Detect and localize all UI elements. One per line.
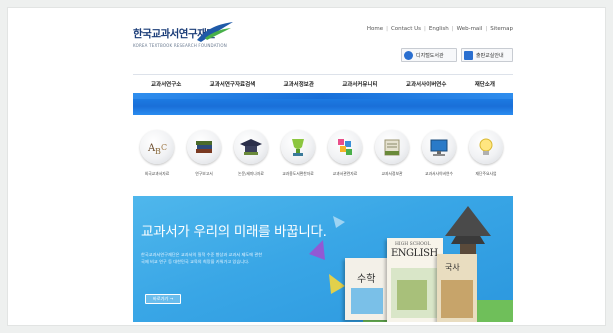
icon-label: 교과서정보관 bbox=[381, 171, 403, 176]
icon-label: 외국교과서자료 bbox=[144, 171, 170, 176]
icon-label: 교과서사이버연수 bbox=[425, 171, 453, 176]
quick-icon-row: ABC 외국교과서자료 연구보고서 논문/세미나자료 교과용도서편찬자료 교과서… bbox=[135, 130, 511, 190]
search-icon bbox=[404, 50, 413, 60]
nav-item-info-center[interactable]: 교과서정보관 bbox=[284, 80, 314, 88]
trophy-icon bbox=[281, 130, 315, 164]
hero-desc-line: 국제 비교 연구 등 대한민국 교육의 희망을 키워가고 있습니다. bbox=[141, 259, 250, 264]
icon-label: 재단주요사업 bbox=[475, 171, 497, 176]
textbook-math: 수학 bbox=[345, 258, 389, 320]
icon-link-foundation-projects[interactable]: 재단주요사업 bbox=[464, 130, 508, 177]
util-link-sitemap[interactable]: Sitemap bbox=[490, 26, 513, 32]
icon-label: 교과서관련자료 bbox=[332, 171, 358, 176]
textbook-history: 국사 bbox=[437, 254, 477, 322]
quick-button-label: 디지털도서관 bbox=[416, 52, 444, 59]
book-icon bbox=[464, 50, 473, 60]
nav-item-research-search[interactable]: 교과서연구자료검색 bbox=[210, 80, 256, 88]
main-nav: 교과서연구소 교과서연구자료검색 교과서정보관 교과서커뮤니티 교과서사이버연수… bbox=[133, 74, 513, 92]
svg-text:C: C bbox=[161, 143, 167, 152]
quick-button-label: 출판교실안내 bbox=[476, 52, 504, 59]
util-link-english[interactable]: English bbox=[429, 26, 449, 32]
icon-label: 교과용도서편찬자료 bbox=[282, 171, 314, 176]
graduation-cap-icon bbox=[234, 130, 268, 164]
book-subtitle: HIGH SCHOOL bbox=[395, 242, 431, 247]
page-frame: 한국교과서연구재단 KOREA TEXTBOOK RESEARCH FOUNDA… bbox=[7, 7, 606, 326]
utility-links: Home | Contact Us | English | Web-mail | Sitemap bbox=[366, 26, 513, 32]
book-title: ENGLISH bbox=[391, 248, 438, 259]
util-link-contact[interactable]: Contact Us bbox=[391, 26, 421, 32]
hero-go-button[interactable]: 바로가기 → bbox=[145, 294, 181, 304]
abc-blocks-icon: ABC bbox=[140, 130, 174, 164]
digital-library-button[interactable]: 디지털도서관 bbox=[401, 48, 457, 62]
nav-item-research-institute[interactable]: 교과서연구소 bbox=[151, 80, 181, 88]
util-link-webmail[interactable]: Web-mail bbox=[457, 26, 483, 32]
util-link-home[interactable]: Home bbox=[367, 26, 383, 32]
icon-link-cyber-training[interactable]: 교과서사이버연수 bbox=[417, 130, 461, 177]
hero-desc-line: 한국교과서연구재단은 교과서의 질적 수준 향상과 교과서 제도에 관한 bbox=[141, 252, 263, 257]
hero-title: 교과서가 우리의 미래를 바꿉니다. bbox=[141, 224, 327, 240]
nav-item-about[interactable]: 재단소개 bbox=[475, 80, 495, 88]
icon-link-textbook-materials[interactable]: 교과서관련자료 bbox=[323, 130, 367, 177]
icon-label: 논문/세미나자료 bbox=[238, 171, 264, 176]
nav-item-cyber-training[interactable]: 교과서사이버연수 bbox=[406, 80, 446, 88]
hero-description: 한국교과서연구재단은 교과서의 질적 수준 향상과 교과서 제도에 관한 국제 … bbox=[141, 251, 262, 265]
icon-link-research-reports[interactable]: 연구보고서 bbox=[182, 130, 226, 177]
site-logo[interactable]: 한국교과서연구재단 KOREA TEXTBOOK RESEARCH FOUNDA… bbox=[133, 22, 253, 58]
books-icon bbox=[375, 130, 409, 164]
book-title: 국사 bbox=[445, 263, 460, 272]
logo-swoosh-icon bbox=[197, 22, 233, 42]
publishing-info-button[interactable]: 출판교실안내 bbox=[461, 48, 513, 62]
book-stack-icon bbox=[187, 130, 221, 164]
lightbulb-icon bbox=[469, 130, 503, 164]
blocks-icon bbox=[328, 130, 362, 164]
icon-link-textbook-compilation[interactable]: 교과용도서편찬자료 bbox=[276, 130, 320, 177]
icon-link-papers-seminars[interactable]: 논문/세미나자료 bbox=[229, 130, 273, 177]
icon-label: 연구보고서 bbox=[195, 171, 213, 176]
book-title: 수학 bbox=[357, 274, 376, 285]
hero-banner: 교과서가 우리의 미래를 바꿉니다. 한국교과서연구재단은 교과서의 질적 수준… bbox=[133, 196, 513, 322]
nav-item-community[interactable]: 교과서커뮤니티 bbox=[342, 80, 377, 88]
homepage: 한국교과서연구재단 KOREA TEXTBOOK RESEARCH FOUNDA… bbox=[123, 8, 513, 327]
nav-banner-strip bbox=[133, 93, 513, 115]
icon-link-info-center[interactable]: 교과서정보관 bbox=[370, 130, 414, 177]
computer-icon bbox=[422, 130, 456, 164]
textbook-english: HIGH SCHOOL ENGLISH bbox=[387, 238, 443, 322]
icon-link-foreign-textbooks[interactable]: ABC 외국교과서자료 bbox=[135, 130, 179, 177]
